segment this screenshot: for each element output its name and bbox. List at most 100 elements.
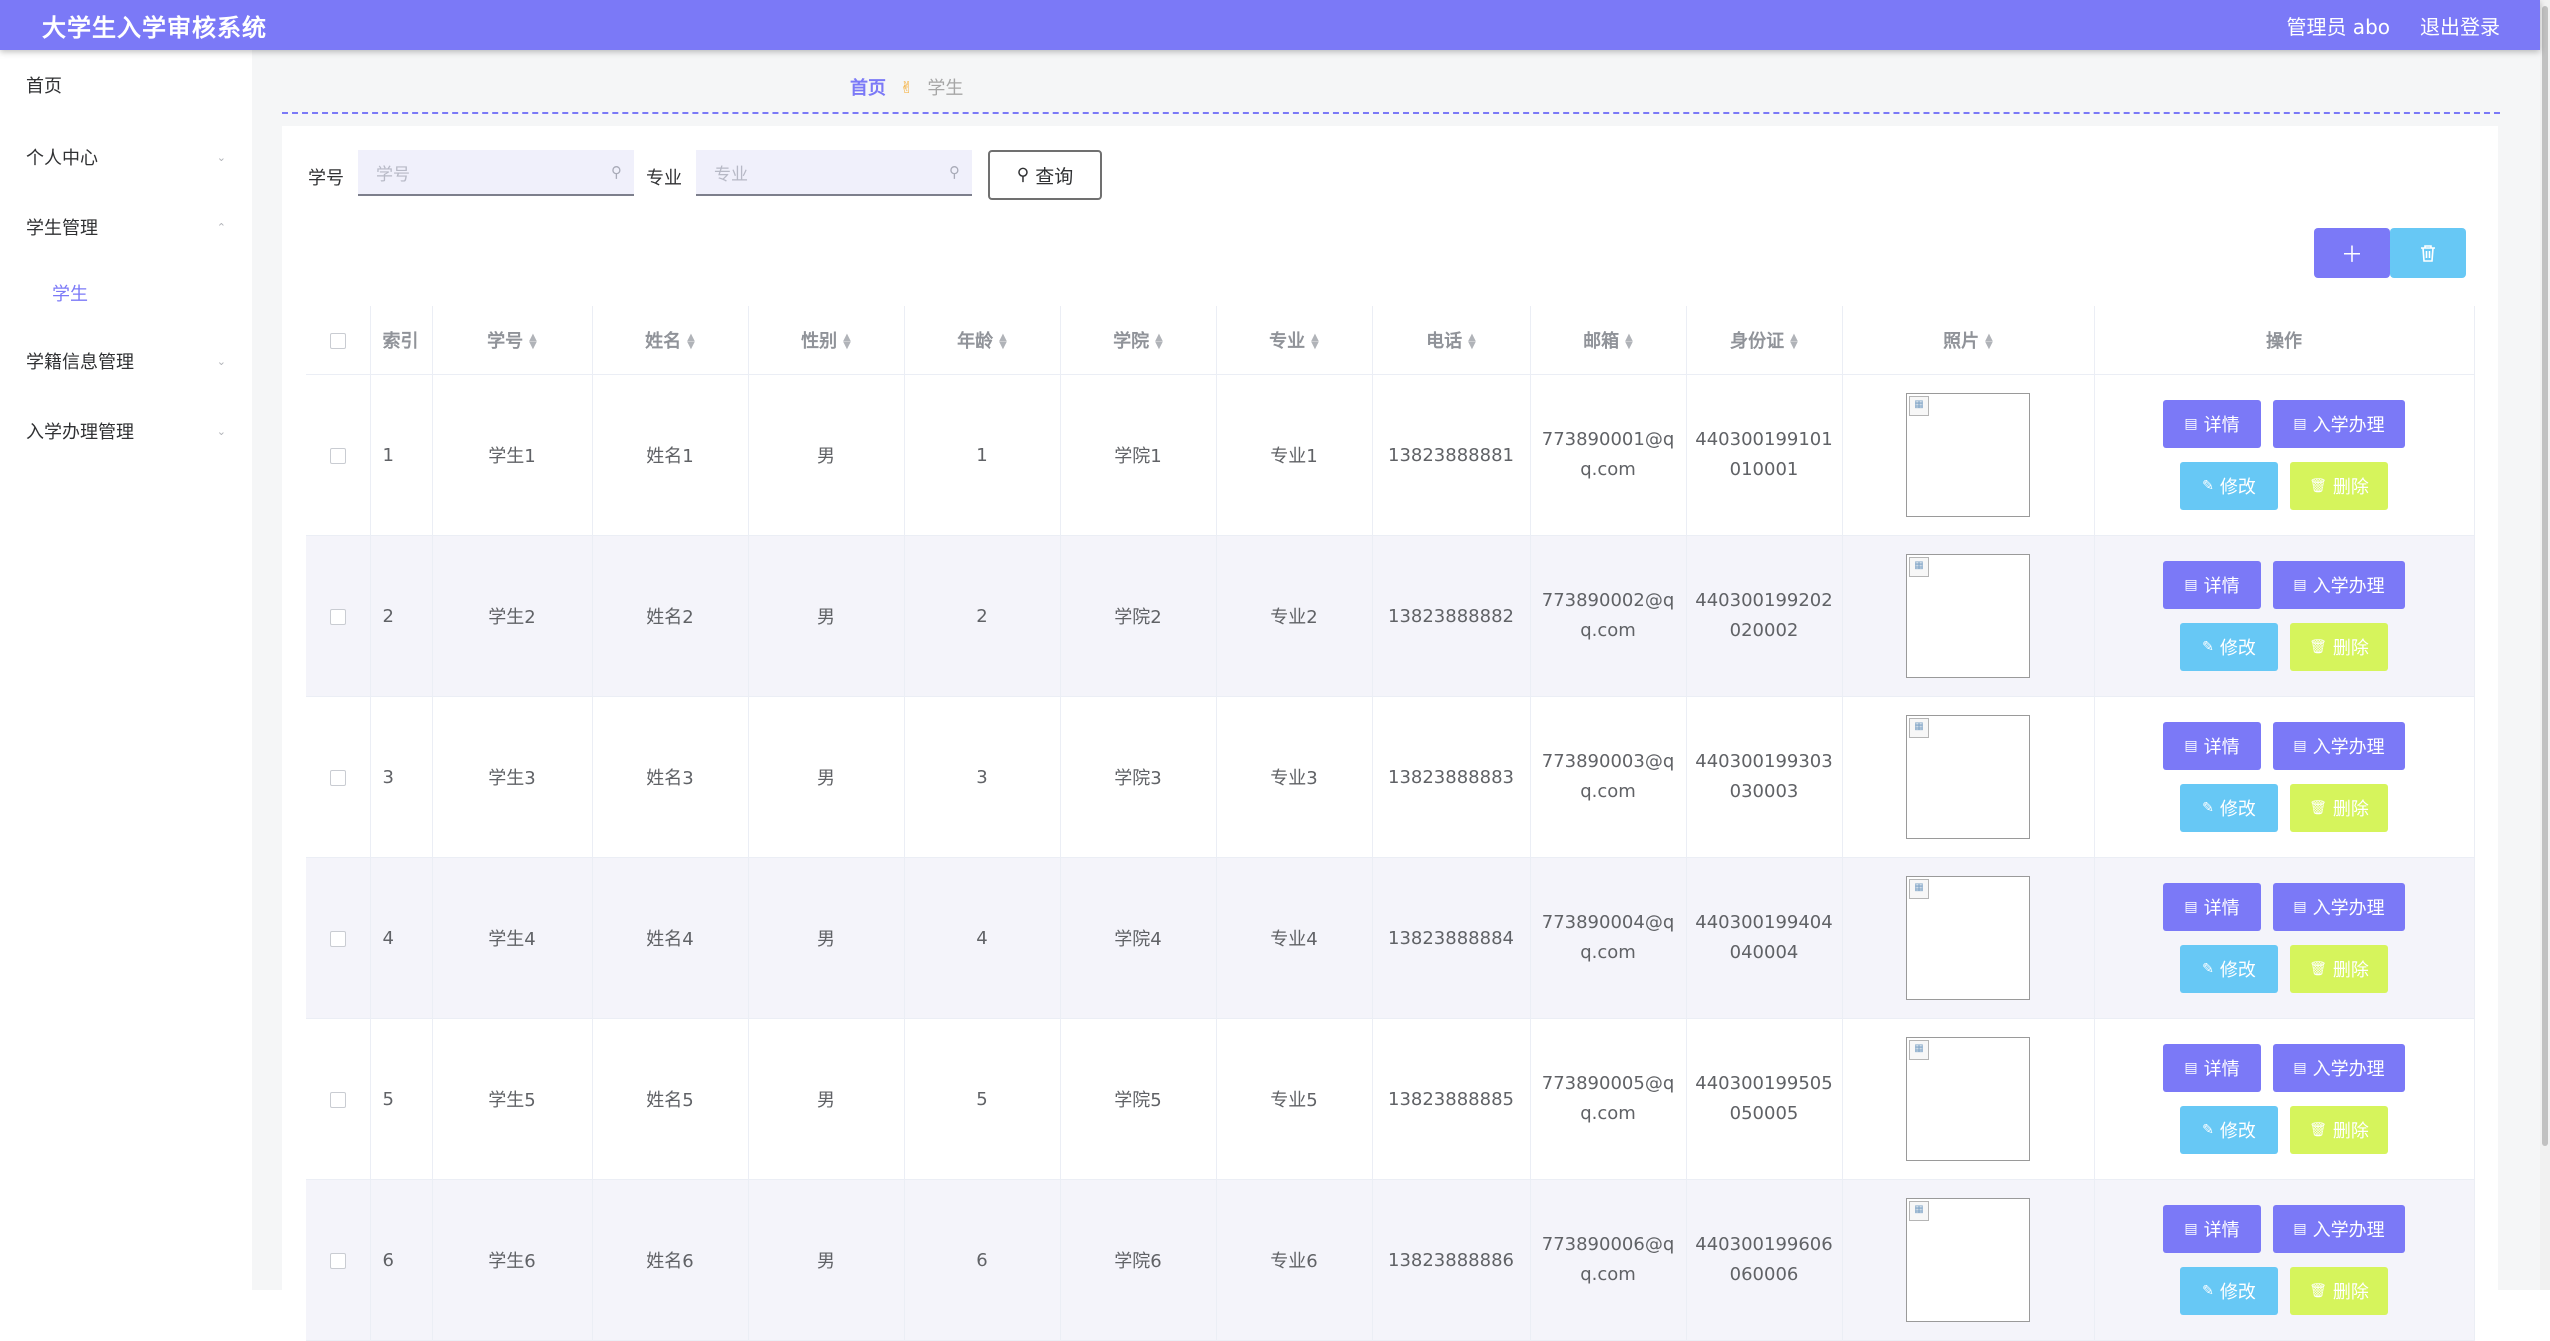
- student-photo[interactable]: ▦: [1906, 715, 2030, 839]
- search-label-student-no: 学号: [308, 168, 344, 189]
- row-checkbox[interactable]: [306, 857, 371, 1019]
- column-header-phone[interactable]: 电话 ▲ ▼: [1372, 306, 1531, 375]
- column-header-gender[interactable]: 性别 ▲ ▼: [748, 306, 905, 375]
- admission-button[interactable]: ▤ 入学办理: [2273, 1205, 2405, 1253]
- edit-button[interactable]: ✎ 修改: [2180, 945, 2278, 993]
- column-header-student-no[interactable]: 学号 ▲ ▼: [432, 306, 593, 375]
- cell-index: 6: [370, 1179, 433, 1341]
- cell-gender: 男: [748, 696, 905, 858]
- breadcrumb-current: 学生: [927, 78, 964, 99]
- delete-button[interactable]: 🗑 删除: [2290, 623, 2388, 671]
- broken-image-icon: ▦: [1909, 1040, 1929, 1060]
- delete-button[interactable]: 🗑 删除: [2290, 1106, 2388, 1154]
- major-search-input[interactable]: 专业 ⚲: [696, 150, 972, 196]
- sidebar-item-admission-management[interactable]: 入学办理管理 ⌄: [0, 406, 252, 456]
- cell-id-card: 440300199505 050005: [1686, 1018, 1843, 1180]
- logout-button[interactable]: 退出登录: [2420, 11, 2500, 40]
- cell-actions: ▤ 详情 ▤ 入学办理 ✎ 修改 🗑 删除: [2094, 696, 2475, 858]
- detail-button[interactable]: ▤ 详情: [2163, 1205, 2261, 1253]
- cell-age: 5: [904, 1018, 1061, 1180]
- cell-age: 4: [904, 857, 1061, 1019]
- edit-button[interactable]: ✎ 修改: [2180, 462, 2278, 510]
- row-checkbox[interactable]: [306, 374, 371, 536]
- column-header-age[interactable]: 年龄 ▲ ▼: [904, 306, 1061, 375]
- cell-actions: ▤ 详情 ▤ 入学办理 ✎ 修改 🗑 删除: [2094, 1179, 2475, 1341]
- row-checkbox[interactable]: [306, 535, 371, 697]
- hand-peace-icon: ✌: [900, 77, 914, 97]
- student-photo[interactable]: ▦: [1906, 554, 2030, 678]
- cell-college: 学院3: [1060, 696, 1217, 858]
- sidebar-item-home[interactable]: 首页: [0, 60, 252, 110]
- delete-button[interactable]: 🗑 删除: [2290, 945, 2388, 993]
- sidebar-item-student[interactable]: 学生: [0, 268, 252, 318]
- column-header-major[interactable]: 专业 ▲ ▼: [1216, 306, 1373, 375]
- broken-image-icon: ▦: [1909, 879, 1929, 899]
- chevron-down-icon: ⌄: [216, 150, 226, 164]
- email-line: 773890006@q: [1541, 1234, 1675, 1255]
- admission-button[interactable]: ▤ 入学办理: [2273, 400, 2405, 448]
- column-header-photo[interactable]: 照片 ▲ ▼: [1842, 306, 2095, 375]
- row-checkbox[interactable]: [306, 1018, 371, 1180]
- sidebar-item-label: 学生: [52, 284, 88, 305]
- cell-photo: ▦: [1842, 374, 2095, 536]
- cell-name: 姓名2: [592, 535, 749, 697]
- student-photo[interactable]: ▦: [1906, 1198, 2030, 1322]
- cell-email: 773890003@q q.com: [1530, 696, 1687, 858]
- sidebar-item-personal-center[interactable]: 个人中心 ⌄: [0, 132, 252, 182]
- sidebar-item-enrollment-info[interactable]: 学籍信息管理 ⌄: [0, 336, 252, 386]
- delete-button[interactable]: 🗑 删除: [2290, 462, 2388, 510]
- edit-button[interactable]: ✎ 修改: [2180, 623, 2278, 671]
- detail-button-label: 详情: [2203, 1220, 2240, 1241]
- cell-phone: 13823888885: [1372, 1018, 1531, 1180]
- batch-delete-button[interactable]: [2390, 228, 2466, 278]
- edit-button[interactable]: ✎ 修改: [2180, 784, 2278, 832]
- page-scrollbar[interactable]: [2540, 0, 2550, 1290]
- cell-student-no: 学生3: [432, 696, 593, 858]
- major-placeholder: 专业: [714, 164, 748, 185]
- id-card-line: 050005: [1729, 1103, 1799, 1124]
- admission-button[interactable]: ▤ 入学办理: [2273, 883, 2405, 931]
- edit-button[interactable]: ✎ 修改: [2180, 1267, 2278, 1315]
- edit-button[interactable]: ✎ 修改: [2180, 1106, 2278, 1154]
- document-icon: ▤: [2293, 899, 2307, 915]
- cell-college: 学院2: [1060, 535, 1217, 697]
- detail-button[interactable]: ▤ 详情: [2163, 883, 2261, 931]
- email-line: 773890005@q: [1541, 1073, 1675, 1094]
- row-checkbox[interactable]: [306, 1179, 371, 1341]
- select-all-checkbox[interactable]: [306, 306, 371, 375]
- column-header-name[interactable]: 姓名 ▲ ▼: [592, 306, 749, 375]
- column-header-college[interactable]: 学院 ▲ ▼: [1060, 306, 1217, 375]
- cell-index: 5: [370, 1018, 433, 1180]
- table-row: 6 学生6 姓名6 男 6 学院6 专业6 13823888886 773890…: [306, 1179, 2475, 1341]
- email-line: q.com: [1580, 1264, 1636, 1285]
- row-checkbox[interactable]: [306, 696, 371, 858]
- query-button[interactable]: ⚲ 查询: [988, 150, 1102, 200]
- detail-button[interactable]: ▤ 详情: [2163, 1044, 2261, 1092]
- main-content: 首页 ✌ 学生 学号 学号 ⚲ 专业 专业 ⚲ ⚲ 查询 ＋ 索引 学号 ▲ ▼…: [252, 50, 2540, 1341]
- student-no-search-input[interactable]: 学号 ⚲: [358, 150, 634, 196]
- cell-name: 姓名1: [592, 374, 749, 536]
- admission-button[interactable]: ▤ 入学办理: [2273, 1044, 2405, 1092]
- detail-button[interactable]: ▤ 详情: [2163, 400, 2261, 448]
- detail-button[interactable]: ▤ 详情: [2163, 561, 2261, 609]
- sidebar-item-student-management[interactable]: 学生管理 ⌃: [0, 202, 252, 252]
- delete-button[interactable]: 🗑 删除: [2290, 1267, 2388, 1315]
- breadcrumb-home[interactable]: 首页: [850, 74, 886, 100]
- cell-phone: 13823888884: [1372, 857, 1531, 1019]
- admission-button[interactable]: ▤ 入学办理: [2273, 561, 2405, 609]
- breadcrumb: 首页 ✌ 学生: [850, 74, 963, 100]
- scrollbar-thumb[interactable]: [2542, 6, 2548, 1146]
- detail-button[interactable]: ▤ 详情: [2163, 722, 2261, 770]
- cell-index: 3: [370, 696, 433, 858]
- column-header-email[interactable]: 邮箱 ▲ ▼: [1530, 306, 1687, 375]
- student-photo[interactable]: ▦: [1906, 876, 2030, 1000]
- student-photo[interactable]: ▦: [1906, 393, 2030, 517]
- delete-button[interactable]: 🗑 删除: [2290, 784, 2388, 832]
- student-photo[interactable]: ▦: [1906, 1037, 2030, 1161]
- admission-button[interactable]: ▤ 入学办理: [2273, 722, 2405, 770]
- cell-index: 2: [370, 535, 433, 697]
- column-header-id-card[interactable]: 身份证 ▲ ▼: [1686, 306, 1843, 375]
- cell-college: 学院6: [1060, 1179, 1217, 1341]
- admission-button-label: 入学办理: [2312, 898, 2385, 919]
- add-button[interactable]: ＋: [2314, 228, 2390, 278]
